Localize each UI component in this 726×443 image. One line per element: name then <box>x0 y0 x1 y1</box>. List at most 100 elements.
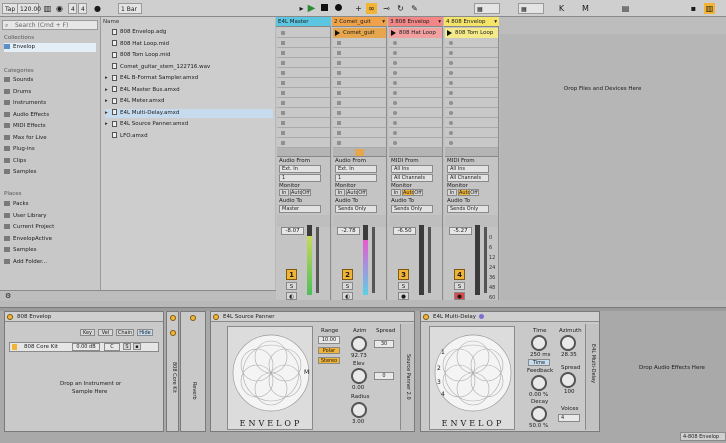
track-activator-button[interactable]: 1 <box>286 269 297 280</box>
place-item[interactable]: Samples <box>4 246 37 255</box>
clip-stop-row[interactable] <box>277 148 330 157</box>
position-field[interactable]: ▦ <box>474 3 500 14</box>
multi-delay-title[interactable]: E4L Multi-Delay <box>421 312 599 322</box>
cue-button[interactable]: ◐ <box>286 292 297 300</box>
range-field[interactable]: 10.00 <box>318 336 340 344</box>
category-item[interactable]: MIDI Effects <box>4 122 46 131</box>
category-item[interactable]: Drums <box>4 88 31 97</box>
elev-knob[interactable] <box>351 368 367 384</box>
input-type-select[interactable]: All Ins <box>447 165 489 173</box>
place-item[interactable]: Packs <box>4 200 29 209</box>
category-item[interactable]: Max for Live <box>4 134 47 143</box>
volume-fader[interactable] <box>484 227 487 293</box>
category-item[interactable]: Plug-ins <box>4 145 35 154</box>
clip-slot[interactable] <box>445 48 498 58</box>
input-channel-select[interactable]: 1 <box>279 174 321 182</box>
expand-arrow-icon[interactable]: ▸ <box>105 109 112 118</box>
file-item[interactable]: ▸ E4L Meter.amxd <box>105 97 273 106</box>
category-item[interactable]: Audio Effects <box>4 111 49 120</box>
file-item[interactable]: 808 Tom Loop.mid <box>105 51 273 60</box>
chain-button[interactable]: Chain <box>116 329 134 336</box>
monitor-in-button[interactable]: In <box>335 189 345 196</box>
clip[interactable]: 808 Tom Loop <box>445 28 498 38</box>
clip-slot[interactable] <box>389 98 442 108</box>
clip-slot[interactable] <box>445 128 498 138</box>
volume-fader[interactable] <box>428 227 431 293</box>
quantize-select[interactable]: 1 Bar <box>118 3 142 14</box>
clip-slot[interactable] <box>277 118 330 128</box>
loop-length-field[interactable]: ▦ <box>518 3 544 14</box>
chain-row[interactable]: 808 Core Kit 0.00 dB C S ▪ <box>9 342 159 352</box>
azimuth-knob[interactable] <box>560 335 576 351</box>
volume-fader[interactable] <box>372 227 375 293</box>
clip-slot[interactable] <box>333 138 386 148</box>
clip-slot[interactable] <box>277 68 330 78</box>
clip-slot[interactable] <box>333 48 386 58</box>
clip-slot[interactable] <box>277 138 330 148</box>
source-panner-title[interactable]: E4L Source Panner <box>211 312 414 322</box>
monitor-off-button[interactable]: Off <box>357 189 367 196</box>
sync-icon[interactable]: ◉ <box>54 3 65 14</box>
tap-tempo-button[interactable]: Tap <box>2 3 19 14</box>
spread-field[interactable]: 30 <box>374 340 394 348</box>
clip-slot[interactable] <box>445 98 498 108</box>
input-channel-select[interactable]: 1 <box>335 174 377 182</box>
track-header[interactable]: 2 Comet_guit ▾ <box>332 17 387 27</box>
key-map-icon[interactable]: K <box>556 3 567 14</box>
cue-button[interactable]: ◐ <box>342 292 353 300</box>
chain-activator[interactable] <box>12 344 17 350</box>
clip-slot[interactable] <box>333 58 386 68</box>
clip-slot[interactable] <box>333 88 386 98</box>
solo-button[interactable]: S <box>454 282 465 290</box>
file-item[interactable]: LFO.amxd <box>105 132 273 141</box>
clip[interactable]: 808 Hat Loop <box>389 28 442 38</box>
clip-slot[interactable] <box>277 78 330 88</box>
clip-stop-row[interactable] <box>445 148 498 157</box>
input-type-select[interactable]: Ext. In <box>335 165 377 173</box>
chain-volume[interactable]: 0.00 dB <box>72 343 100 351</box>
clip-slot[interactable] <box>389 78 442 88</box>
monitor-off-button[interactable]: Off <box>413 189 423 196</box>
file-item[interactable]: ▸ E4L Multi-Delay.amxd <box>105 108 273 118</box>
key-button[interactable]: Key <box>80 329 95 336</box>
output-select[interactable]: Master <box>279 205 321 213</box>
drop-zone[interactable]: Drop Files and Devices Here <box>500 34 726 300</box>
input-type-select[interactable]: Ext. In <box>279 165 321 173</box>
hide-button[interactable]: Hide <box>137 329 153 336</box>
clip-slot[interactable] <box>277 98 330 108</box>
arm-button[interactable]: ● <box>454 292 465 300</box>
file-item[interactable]: ▸ E4L B-Format Sampler.amxd <box>105 74 273 83</box>
clip-slot[interactable] <box>389 38 442 48</box>
track-activator-button[interactable]: 3 <box>398 269 409 280</box>
chain-mute[interactable]: ▪ <box>133 343 141 350</box>
clip-slot[interactable] <box>445 118 498 128</box>
voice-marker-4[interactable]: 4 <box>441 391 445 398</box>
tempo-field[interactable]: 120.00 <box>17 3 41 14</box>
expand-arrow-icon[interactable]: ▸ <box>105 120 112 129</box>
solo-button[interactable]: S <box>286 282 297 290</box>
voice-marker-1[interactable]: 1 <box>441 349 445 356</box>
category-item[interactable]: Instruments <box>4 99 46 108</box>
clip-stop-row[interactable] <box>333 148 386 157</box>
clip-slot[interactable] <box>333 78 386 88</box>
chain-name[interactable]: 808 Core Kit <box>24 343 58 352</box>
clip-slot[interactable] <box>389 108 442 118</box>
voice-marker-2[interactable]: 2 <box>437 365 441 372</box>
polar-button[interactable]: Polar <box>318 347 340 354</box>
decay-knob[interactable] <box>531 406 547 422</box>
file-item[interactable]: 808 Hat Loop.mid <box>105 40 273 49</box>
power-icon[interactable] <box>213 314 219 320</box>
stop-icon[interactable] <box>319 3 330 14</box>
search-input[interactable]: ⌕ Search (Cmd + F) <box>2 20 98 30</box>
volume-field[interactable]: -5.27 <box>449 227 472 235</box>
monitor-off-button[interactable]: Off <box>469 189 479 196</box>
clip-slot[interactable] <box>445 88 498 98</box>
monitor-in-button[interactable]: In <box>391 189 401 196</box>
clip-slot[interactable] <box>333 68 386 78</box>
clip-slot[interactable] <box>277 88 330 98</box>
file-item[interactable]: Comet_guitar_stem_122716.wav <box>105 63 273 72</box>
clip-slot[interactable] <box>389 68 442 78</box>
feedback-knob[interactable] <box>531 375 547 391</box>
category-item[interactable]: Clips <box>4 157 26 166</box>
clip-slot[interactable] <box>445 138 498 148</box>
